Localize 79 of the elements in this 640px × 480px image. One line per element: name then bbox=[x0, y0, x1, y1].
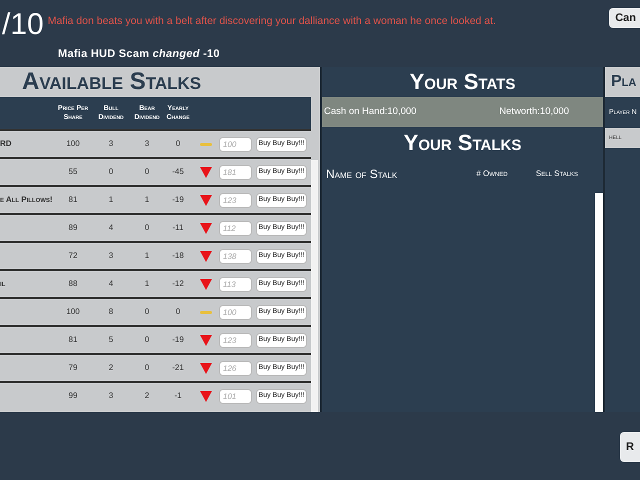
event-change-text: Mafia HUD Scam changed -10 bbox=[58, 47, 221, 62]
price-cell-text: 81 bbox=[68, 194, 78, 206]
bull-dividend-cell-text: 4 bbox=[108, 222, 114, 234]
column-header: # Owned bbox=[475, 168, 509, 180]
quantity-field[interactable]: 126 bbox=[219, 360, 252, 376]
down-triangle-icon bbox=[200, 250, 212, 262]
price-cell-text: 99 bbox=[68, 390, 78, 402]
scrollbar[interactable] bbox=[595, 193, 603, 412]
bear-dividend-cell-text: 0 bbox=[144, 166, 150, 178]
quantity-field[interactable]: 123 bbox=[219, 332, 252, 348]
price-cell-text: 79 bbox=[68, 362, 78, 374]
price-cell-text: 89 bbox=[68, 222, 78, 234]
yearly-change-cell-text: -45 bbox=[171, 166, 185, 178]
down-triangle-icon bbox=[200, 362, 212, 374]
bull-dividend-cell-text: 5 bbox=[108, 334, 114, 346]
bull-dividend-cell-text: 3 bbox=[108, 390, 114, 402]
bull-dividend-cell-text: 0 bbox=[108, 166, 114, 178]
networth: Networth:10,000 bbox=[499, 104, 569, 119]
price-cell-text: 100 bbox=[65, 138, 81, 150]
yearly-change-cell-text: -1 bbox=[173, 390, 183, 402]
stalk-name: e All Pillows! bbox=[0, 195, 53, 204]
quantity-field[interactable]: 123 bbox=[219, 192, 252, 208]
price-cell-text: 81 bbox=[68, 334, 78, 346]
quantity-field[interactable]: 101 bbox=[219, 388, 252, 404]
bear-dividend-cell-text: 0 bbox=[144, 334, 150, 346]
price-cell-text: 88 bbox=[68, 278, 78, 290]
price-cell-text: 100 bbox=[65, 306, 81, 318]
yearly-change-cell-text: 0 bbox=[174, 138, 182, 150]
yearly-change-cell-text: -19 bbox=[171, 334, 185, 346]
quantity-field[interactable]: 100 bbox=[219, 304, 252, 320]
quantity-field[interactable]: 100 bbox=[219, 136, 252, 152]
flat-dash-icon bbox=[200, 310, 212, 314]
bottom-button[interactable]: R bbox=[620, 432, 640, 462]
column-header: Name of Stalk bbox=[325, 166, 398, 183]
yearly-change-cell-text: -18 bbox=[171, 250, 185, 262]
down-triangle-icon bbox=[200, 222, 212, 234]
bull-dividend-cell-text: 1 bbox=[108, 194, 114, 206]
bull-dividend-cell-text: 8 bbox=[108, 306, 114, 318]
stalk-name: RD bbox=[0, 139, 12, 148]
scrollbar[interactable] bbox=[311, 160, 318, 412]
price-cell-text: 55 bbox=[68, 166, 78, 178]
bear-dividend-cell-text: 0 bbox=[144, 306, 150, 318]
down-triangle-icon bbox=[200, 334, 212, 346]
flat-dash-icon bbox=[200, 142, 212, 146]
down-triangle-icon bbox=[200, 166, 212, 178]
bear-dividend-cell-text: 3 bbox=[144, 138, 150, 150]
bear-dividend-cell-text: 2 bbox=[144, 390, 150, 402]
market-title: Available Stalks bbox=[21, 67, 202, 97]
quantity-field[interactable]: 113 bbox=[219, 276, 252, 292]
bear-dividend-cell-text: 0 bbox=[144, 222, 150, 234]
down-triangle-icon bbox=[200, 390, 212, 402]
bear-dividend-cell-text: 0 bbox=[144, 362, 150, 374]
yearly-change-cell-text: -21 bbox=[171, 362, 185, 374]
quantity-field[interactable]: 112 bbox=[219, 220, 252, 236]
bull-dividend-cell-text: 4 bbox=[108, 278, 114, 290]
yearly-change-cell-text: -12 bbox=[171, 278, 185, 290]
down-triangle-icon bbox=[200, 278, 212, 290]
stalk-name: il bbox=[0, 279, 6, 288]
cash-on-hand: Cash on Hand:10,000 bbox=[324, 104, 416, 119]
event-message: Mafia don beats you with a belt after discovering your dalliance with a woman he once looked at. bbox=[48, 14, 496, 30]
bear-dividend-cell-text: 1 bbox=[144, 278, 150, 290]
round-counter: /10 bbox=[2, 10, 44, 40]
bear-dividend-cell-text: 1 bbox=[144, 194, 150, 206]
down-triangle-icon bbox=[200, 194, 212, 206]
yearly-change-cell-text: -11 bbox=[172, 222, 184, 234]
bear-dividend-cell-text: 1 bbox=[144, 250, 150, 262]
column-header: Sell Stalks bbox=[534, 168, 580, 180]
quantity-field[interactable]: 181 bbox=[219, 164, 252, 180]
bull-dividend-cell-text: 3 bbox=[108, 138, 114, 150]
stats-title: Your Stats bbox=[408, 68, 516, 96]
bull-dividend-cell-text: 3 bbox=[108, 250, 114, 262]
bull-dividend-cell-text: 2 bbox=[108, 362, 114, 374]
yearly-change-cell-text: 0 bbox=[174, 306, 182, 318]
quantity-field[interactable]: 138 bbox=[219, 248, 252, 264]
players-title: Pla bbox=[605, 67, 640, 97]
cancel-button[interactable]: Can bbox=[609, 8, 640, 28]
price-cell-text: 72 bbox=[68, 250, 78, 262]
yearly-change-cell-text: -19 bbox=[171, 194, 185, 206]
holdings-title: Your Stalks bbox=[402, 129, 522, 157]
